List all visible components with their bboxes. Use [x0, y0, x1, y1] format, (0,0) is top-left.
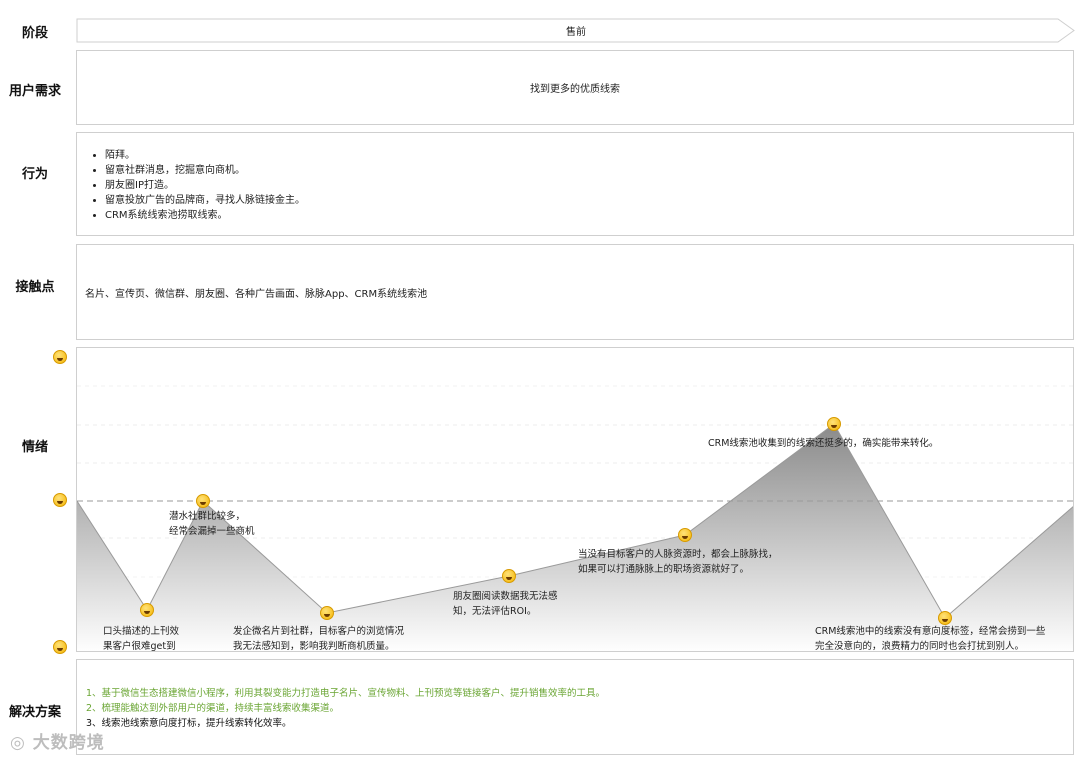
touchpoints-value: 名片、宣传页、微信群、朋友圈、各种广告画面、脉脉App、CRM系统线索池	[85, 288, 428, 300]
stage-arrow: 售前	[76, 18, 1076, 43]
watermark-icon: ◎	[10, 733, 26, 753]
solution-item: 2、梳理能触达到外部用户的渠道，持续丰富线索收集渠道。	[86, 703, 340, 714]
emotion-annotation: 朋友圈阅读数据我无法感 知，无法评估ROI。	[453, 591, 558, 617]
behavior-box: 陌拜。 留意社群消息，挖掘意向商机。 朋友圈IP打造。 留意投放广告的品牌商，寻…	[76, 132, 1074, 236]
emotion-happy-icon	[53, 350, 67, 364]
solution-label: 解决方案	[8, 705, 61, 720]
needs-label: 用户需求	[8, 84, 61, 99]
solution-item: 1、基于微信生态搭建微信小程序，利用其裂变能力打造电子名片、宣传物料、上刊预览等…	[86, 688, 606, 699]
behavior-label: 行为	[21, 167, 48, 182]
behavior-item: 留意社群消息，挖掘意向商机。	[105, 163, 1073, 178]
stage-value: 售前	[566, 27, 586, 38]
solution-item: 3、线索池线索意向度打标，提升线索转化效率。	[86, 718, 292, 729]
emotion-sad-icon	[53, 640, 67, 654]
touchpoints-label: 接触点	[15, 280, 55, 295]
needs-box: 找到更多的优质线索	[76, 50, 1074, 125]
emotion-annotation: 口头描述的上刊效 果客户很难get到	[103, 626, 180, 652]
emotion-box: 潜水社群比较多， 经常会漏掉一些商机 口头描述的上刊效 果客户很难get到 发企…	[76, 347, 1074, 652]
behavior-item: 留意投放广告的品牌商，寻找人脉链接金主。	[105, 193, 1073, 208]
behavior-item: CRM系统线索池捞取线索。	[105, 208, 1073, 223]
emotion-point-icon	[827, 417, 841, 431]
watermark-text: 大数跨境	[32, 733, 105, 753]
behavior-list: 陌拜。 留意社群消息，挖掘意向商机。 朋友圈IP打造。 留意投放广告的品牌商，寻…	[77, 148, 1073, 223]
watermark-logo: ◎ 大数跨境	[10, 728, 105, 753]
emotion-annotation: CRM线索池收集到的线索还挺多的，确实能带来转化。	[708, 438, 939, 449]
behavior-item: 陌拜。	[105, 148, 1073, 163]
stage-label: 阶段	[21, 26, 48, 41]
emotion-point-icon	[140, 603, 154, 617]
emotion-annotation: 潜水社群比较多， 经常会漏掉一些商机	[169, 511, 255, 537]
emotion-point-icon	[678, 528, 692, 542]
emotion-point-icon	[196, 494, 210, 508]
emotion-point-icon	[502, 569, 516, 583]
emotion-neutral-icon	[53, 493, 67, 507]
emotion-annotation: 当没有目标客户的人脉资源时，都会上脉脉找， 如果可以打通脉脉上的职场资源就好了。	[578, 549, 778, 575]
touchpoints-box: 名片、宣传页、微信群、朋友圈、各种广告画面、脉脉App、CRM系统线索池	[76, 244, 1074, 340]
emotion-label: 情绪	[21, 440, 48, 455]
emotion-curve	[77, 385, 1073, 651]
emotion-point-icon	[320, 606, 334, 620]
behavior-item: 朋友圈IP打造。	[105, 178, 1073, 193]
emotion-point-icon	[938, 611, 952, 625]
emotion-annotation: CRM线索池中的线索没有意向度标签，经常会捞到一些 完全没意向的，浪费精力的同时…	[815, 626, 1046, 652]
needs-value: 找到更多的优质线索	[530, 84, 620, 95]
emotion-annotation: 发企微名片到社群，目标客户的浏览情况 我无法感知到，影响我判断商机质量。	[233, 626, 405, 652]
